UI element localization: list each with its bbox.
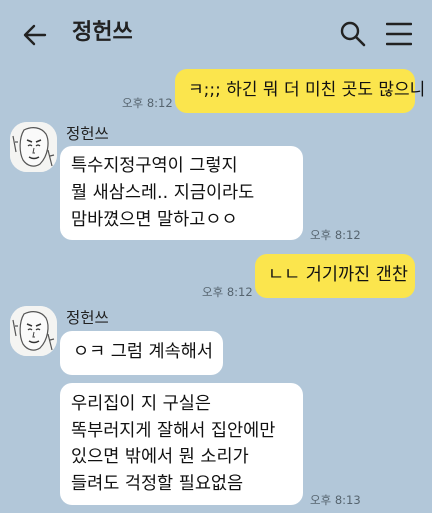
my-message-bubble[interactable]: ㄴㄴ 거기까진 갠찬 [255, 254, 415, 298]
message-line: 있으면 밖에서 뭔 소리가 [71, 447, 249, 467]
hamburger-menu-icon[interactable] [385, 21, 413, 47]
my-message-bubble[interactable]: ㅋ;;; 하긴 뭐 더 미친 곳도 많으니 [175, 69, 425, 113]
message-time: 오후 8:12 [310, 228, 361, 242]
message-text: ㄴㄴ 거기까진 갠찬 [268, 265, 408, 285]
message-time: 오후 8:12 [122, 96, 173, 110]
chat-title: 정헌쓰 [72, 20, 133, 45]
message-time: 오후 8:13 [310, 493, 361, 507]
message-line: 우리집이 지 구실은 [71, 394, 211, 414]
received-message-bubble[interactable]: 우리집이 지 구실은 똑부러지게 잘해서 집안에만 있으면 밖에서 뭔 소리가 … [60, 383, 303, 505]
sender-name: 정헌쓰 [66, 125, 109, 143]
message-time: 오후 8:12 [202, 285, 253, 299]
message-line: 똑부러지게 잘해서 집안에만 [71, 420, 276, 441]
received-message-bubble[interactable]: 특수지정구역이 그렇지 뭘 새삼스레.. 지금이라도 맘바꼈으면 말하고ㅇㅇ [60, 146, 303, 240]
sender-name: 정헌쓰 [66, 309, 109, 327]
message-line: 뭘 새삼스레.. 지금이라도 [71, 183, 255, 203]
message-line: 맘바꼈으면 말하고ㅇㅇ [71, 210, 238, 230]
message-text: ㅇㅋ 그럼 계속해서 [73, 342, 213, 362]
chat-header: 정헌쓰 [0, 0, 432, 68]
received-message-bubble[interactable]: ㅇㅋ 그럼 계속해서 [60, 331, 223, 375]
back-arrow-icon[interactable] [20, 20, 50, 50]
message-line: 들려도 걱정할 필요없음 [71, 473, 244, 494]
avatar[interactable] [10, 306, 57, 356]
search-icon[interactable] [339, 20, 367, 48]
message-text: ㅋ;;; 하긴 뭐 더 미친 곳도 많으니 [188, 80, 426, 100]
avatar[interactable] [10, 122, 57, 172]
message-line: 특수지정구역이 그렇지 [71, 156, 238, 176]
